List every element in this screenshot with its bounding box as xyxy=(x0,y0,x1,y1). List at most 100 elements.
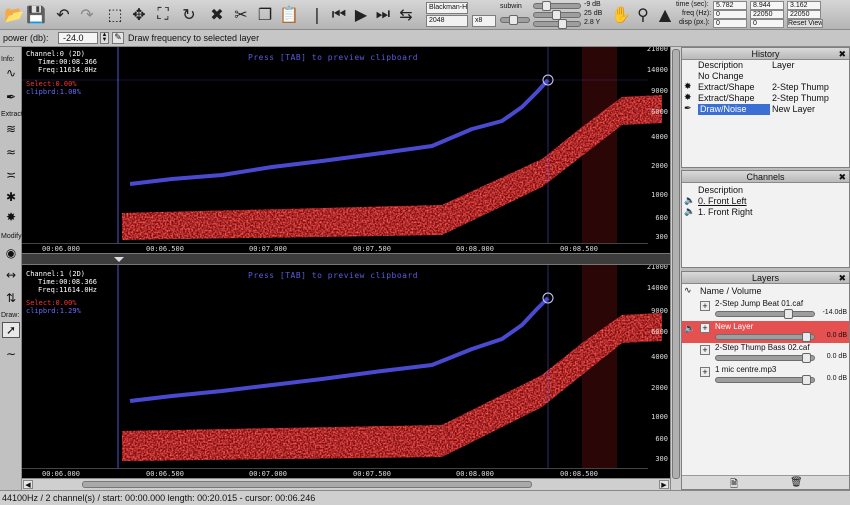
layers-columns: ∿ Name / Volume xyxy=(684,286,762,296)
swap-icon[interactable]: ⇆ xyxy=(395,3,417,25)
db-gamma-value: 2.8 Y xyxy=(584,19,601,26)
draw-line-icon[interactable]: ➚ xyxy=(2,322,20,338)
freq-span-field[interactable]: 22050 xyxy=(787,10,821,19)
modify-label: Modify: xyxy=(1,233,24,240)
channel-divider[interactable] xyxy=(22,253,670,265)
spectrogram-plot-1 xyxy=(117,265,662,478)
save-icon[interactable]: 💾 xyxy=(25,3,47,25)
expand-icon[interactable]: + xyxy=(700,367,710,377)
history-row[interactable]: ✸ Extract/Shape 2-Step Thump xyxy=(682,82,849,93)
scroll-left-icon[interactable]: ◀ xyxy=(23,480,33,489)
modify-tool-2-icon[interactable]: ↔ xyxy=(2,267,20,283)
time-start-field[interactable]: 5.782 xyxy=(713,1,747,10)
horizontal-scrollbar[interactable]: ◀ ▶ xyxy=(22,478,670,490)
open-folder-icon[interactable]: 📂 xyxy=(3,3,25,25)
subwin-slider[interactable] xyxy=(500,15,530,25)
close-icon[interactable]: ✖ xyxy=(838,48,846,60)
layers-title: Layers xyxy=(751,273,779,283)
history-row-selected[interactable]: ✒ Draw/Noise New Layer xyxy=(682,104,849,115)
rect-select-icon[interactable]: ⬚ xyxy=(104,3,126,25)
db-range-slider[interactable] xyxy=(533,10,581,20)
layer-row[interactable]: + 1 mic centre.mp3 0.0 dB xyxy=(682,365,849,387)
modify-tool-3-icon[interactable]: ⇅ xyxy=(2,290,20,306)
channel-row[interactable]: 🔈 1. Front Right xyxy=(682,207,849,218)
extract-tool-2-icon[interactable]: ≈ xyxy=(2,144,20,160)
layer-row[interactable]: + 2-Step Jump Beat 01.caf -14.0dB xyxy=(682,299,849,321)
channels-title: Channels xyxy=(746,172,785,182)
pencil-icon[interactable]: ✎ xyxy=(112,32,124,44)
copy-icon[interactable]: ❐ xyxy=(254,3,276,25)
skip-start-icon[interactable]: ⏮ xyxy=(328,3,350,25)
window-select[interactable]: Blackman-H xyxy=(426,2,468,14)
move-icon[interactable]: ✥ xyxy=(128,3,150,25)
freq-low-field[interactable]: 0 xyxy=(713,10,747,19)
magnify-icon[interactable]: ⚲ xyxy=(632,3,654,25)
extract-tool-5-icon[interactable]: ✸ xyxy=(2,209,20,225)
scroll-right-icon[interactable]: ▶ xyxy=(659,480,669,489)
layer-row[interactable]: + 2-Step Thump Bass 02.caf 0.0 dB xyxy=(682,343,849,365)
power-stepper[interactable]: ▲ ▼ xyxy=(100,32,109,44)
draw-hint: Draw frequency to selected layer xyxy=(128,33,260,43)
trash-icon[interactable]: 🗑 xyxy=(790,477,803,488)
spectrogram-channel-1[interactable]: Channel:1 (2D) Time:00:08.366 Freq:11614.0… xyxy=(22,265,670,478)
loop-icon[interactable]: ↻ xyxy=(178,3,200,25)
expand-icon[interactable]: + xyxy=(700,301,710,311)
cursor-icon[interactable]: | xyxy=(306,3,328,25)
modify-tool-1-icon[interactable]: ◉ xyxy=(2,245,20,261)
db-gamma-slider[interactable] xyxy=(533,19,581,29)
channel-1-info: Channel:1 (2D) Time:00:08.366 Freq:11614.0… xyxy=(26,270,98,294)
history-columns: Description Layer xyxy=(698,60,795,70)
layer-volume-slider[interactable] xyxy=(715,309,815,319)
layer-volume-slider[interactable] xyxy=(715,332,815,342)
play-icon[interactable]: ▶ xyxy=(350,3,372,25)
scroll-thumb[interactable] xyxy=(82,481,532,488)
freq-high-field[interactable]: 22050 xyxy=(750,10,784,19)
clipboard-hint-1: Press [TAB] to preview clipboard xyxy=(248,271,419,280)
hand-icon[interactable]: ✋ xyxy=(610,3,632,25)
power-input[interactable]: -24.0 xyxy=(58,32,98,44)
speaker-icon[interactable]: 🔈 xyxy=(684,207,695,218)
speaker-icon[interactable]: 🔈 xyxy=(684,324,695,334)
delete-icon[interactable]: ✖ xyxy=(206,3,228,25)
vscroll-thumb[interactable] xyxy=(672,49,680,479)
cut-icon[interactable]: ✂ xyxy=(230,3,252,25)
expand-icon[interactable]: + xyxy=(700,323,710,333)
zoom-icon[interactable]: ⛶ xyxy=(152,3,174,25)
freq-axis-0: 21000 14000 9000 6000 4000 2000 1000 600… xyxy=(646,47,668,241)
extract-tool-3-icon[interactable]: ≍ xyxy=(2,167,20,183)
disp-x-field[interactable]: 0 xyxy=(713,19,747,28)
undo-icon[interactable]: ↶ xyxy=(52,3,74,25)
vertical-scrollbar[interactable] xyxy=(670,47,681,490)
db-top-slider[interactable] xyxy=(533,1,581,11)
close-icon[interactable]: ✖ xyxy=(838,171,846,183)
layer-volume-slider[interactable] xyxy=(715,353,815,363)
oversample-select[interactable]: x8 xyxy=(472,15,496,27)
layer-row-selected[interactable]: 🔈 + New Layer 0.0 dB xyxy=(682,321,849,343)
extract-tool-4-icon[interactable]: ✱ xyxy=(2,189,20,205)
time-span-field[interactable]: 3.162 xyxy=(787,1,821,10)
disp-y-field[interactable]: 0 xyxy=(750,19,784,28)
history-row[interactable]: No Change xyxy=(698,71,849,82)
expand-icon[interactable]: + xyxy=(700,345,710,355)
time-end-field[interactable]: 8.944 xyxy=(750,1,784,10)
channel-row[interactable]: 🔈 0. Front Left xyxy=(682,196,849,207)
wave-icon: ∿ xyxy=(684,286,692,296)
draw-label: Draw: xyxy=(1,312,20,319)
playhead-marker-icon[interactable] xyxy=(114,257,124,262)
draw-noise-icon[interactable]: ∼ xyxy=(2,346,20,362)
layer-volume-slider[interactable] xyxy=(715,375,815,385)
redo-icon[interactable]: ↷ xyxy=(76,3,98,25)
history-title: History xyxy=(751,49,780,59)
paste-icon[interactable]: 📋 xyxy=(278,3,300,25)
close-icon[interactable]: ✖ xyxy=(838,272,846,284)
spectrogram-channel-0[interactable]: Channel:0 (2D) Time:00:08.366 Freq:11614.0… xyxy=(22,47,670,253)
reset-view-button[interactable]: Reset View xyxy=(787,19,823,28)
fit-icon[interactable]: ▲ xyxy=(654,3,676,25)
extract-tool-1-icon[interactable]: ≋ xyxy=(2,121,20,137)
speaker-icon[interactable]: 🔈 xyxy=(684,196,695,207)
brush-icon[interactable]: ✒ xyxy=(2,89,20,105)
fft-size-select[interactable]: 2048 xyxy=(426,15,468,27)
history-row[interactable]: ✸ Extract/Shape 2-Step Thump xyxy=(682,93,849,104)
waveform-icon[interactable]: ∿ xyxy=(2,65,20,81)
skip-end-icon[interactable]: ⏭ xyxy=(372,3,394,25)
